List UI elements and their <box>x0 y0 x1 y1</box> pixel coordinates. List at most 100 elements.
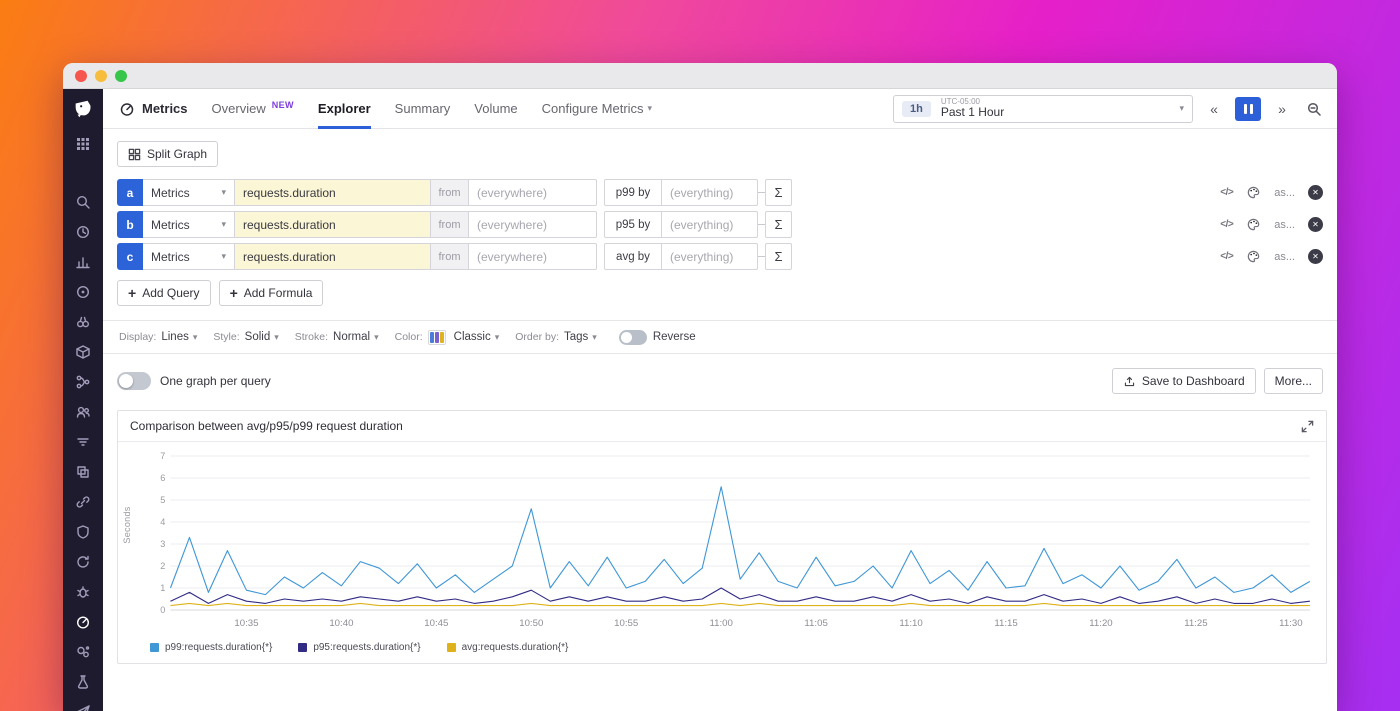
legend-item-p99[interactable]: p99:requests.duration{*} <box>150 642 272 653</box>
apm-icon[interactable] <box>75 314 91 330</box>
metrics-gauge-icon[interactable] <box>75 614 91 630</box>
code-view-button[interactable]: </> <box>1220 219 1233 230</box>
apps-grid-icon[interactable] <box>75 136 91 152</box>
metric-name-input[interactable]: requests.duration <box>235 243 431 270</box>
serverless-icon[interactable] <box>75 644 91 660</box>
svg-text:11:25: 11:25 <box>1184 618 1207 629</box>
users-icon[interactable] <box>75 404 91 420</box>
order-by-select[interactable]: Tags▾ <box>564 331 597 343</box>
add-query-button[interactable]: + Add Query <box>117 280 211 306</box>
integrations-link-icon[interactable] <box>75 494 91 510</box>
tab-explorer[interactable]: Explorer <box>318 89 371 129</box>
svg-text:11:20: 11:20 <box>1089 618 1112 629</box>
synthetics-icon[interactable] <box>75 464 91 480</box>
close-window-button[interactable] <box>75 70 87 82</box>
tab-volume[interactable]: Volume <box>474 89 517 129</box>
tab-summary[interactable]: Summary <box>395 89 451 129</box>
group-by-input[interactable]: (everything) <box>662 179 758 206</box>
plus-icon: + <box>230 286 238 300</box>
split-graph-icon <box>128 148 141 161</box>
add-formula-button[interactable]: + Add Formula <box>219 280 324 306</box>
one-graph-per-query-toggle[interactable] <box>117 372 151 390</box>
scope-input[interactable]: (everywhere) <box>469 179 597 206</box>
pause-button[interactable] <box>1235 97 1261 121</box>
alias-button[interactable]: as... <box>1274 219 1295 231</box>
flask-icon[interactable] <box>75 674 91 690</box>
aggregator-select[interactable]: p95 by <box>604 211 662 238</box>
connector-line <box>758 192 765 193</box>
split-graph-button[interactable]: Split Graph <box>117 141 218 167</box>
query-source-select[interactable]: Metrics ▾ <box>143 243 235 270</box>
advanced-functions-button[interactable]: Σ <box>765 211 792 238</box>
remove-query-button[interactable]: ✕ <box>1308 249 1323 264</box>
metric-name-input[interactable]: requests.duration <box>235 211 431 238</box>
alias-button[interactable]: as... <box>1274 251 1295 263</box>
aggregator-select[interactable]: avg by <box>604 243 662 270</box>
reverse-toggle[interactable] <box>619 330 647 345</box>
save-to-dashboard-button[interactable]: Save to Dashboard <box>1112 368 1256 394</box>
aggregator-select[interactable]: p99 by <box>604 179 662 206</box>
bug-icon[interactable] <box>75 584 91 600</box>
query-source-select[interactable]: Metrics ▾ <box>143 179 235 206</box>
product-name: Metrics <box>142 101 188 116</box>
display-select[interactable]: Lines▾ <box>161 331 197 343</box>
svg-text:11:30: 11:30 <box>1279 618 1302 629</box>
logs-filter-icon[interactable] <box>75 434 91 450</box>
more-button[interactable]: More... <box>1264 368 1323 394</box>
time-range-picker[interactable]: 1h UTC-05:00 Past 1 Hour ▾ <box>893 95 1193 123</box>
alias-button[interactable]: as... <box>1274 187 1295 199</box>
code-view-button[interactable]: </> <box>1220 187 1233 198</box>
style-select[interactable]: Solid▾ <box>245 331 279 343</box>
legend-item-p95[interactable]: p95:requests.duration{*} <box>298 642 420 653</box>
watchdog-icon[interactable] <box>75 284 91 300</box>
palette-button[interactable] <box>1246 217 1261 232</box>
code-view-button[interactable]: </> <box>1220 251 1233 262</box>
query-letter-chip[interactable]: b <box>117 211 143 238</box>
chevron-down-icon: ▾ <box>221 251 226 262</box>
tab-overview[interactable]: Overview NEW <box>212 89 294 129</box>
remove-query-button[interactable]: ✕ <box>1308 185 1323 200</box>
chart-plot-area[interactable]: Seconds 0123456710:3510:4010:4510:5010:5… <box>118 442 1326 636</box>
paper-plane-icon[interactable] <box>75 704 91 711</box>
query-letter-chip[interactable]: c <box>117 243 143 270</box>
scope-input[interactable]: (everywhere) <box>469 243 597 270</box>
jump-back-button[interactable]: « <box>1203 97 1225 121</box>
expand-chart-button[interactable] <box>1301 420 1314 433</box>
group-by-input[interactable]: (everything) <box>662 211 758 238</box>
dashboards-icon[interactable] <box>75 254 91 270</box>
query-source-select[interactable]: Metrics ▾ <box>143 211 235 238</box>
history-icon[interactable] <box>75 224 91 240</box>
refresh-icon[interactable] <box>75 554 91 570</box>
search-icon[interactable] <box>75 194 91 210</box>
scope-input[interactable]: (everywhere) <box>469 211 597 238</box>
svg-text:11:00: 11:00 <box>709 618 732 629</box>
palette-button[interactable] <box>1246 249 1261 264</box>
y-axis-label: Seconds <box>122 490 132 560</box>
zoom-out-button[interactable] <box>1303 97 1325 121</box>
tab-configure-metrics[interactable]: Configure Metrics ▾ <box>542 89 652 129</box>
palette-button[interactable] <box>1246 185 1261 200</box>
infrastructure-icon[interactable] <box>75 344 91 360</box>
color-select[interactable]: Classic ▾ <box>428 330 500 345</box>
remove-query-button[interactable]: ✕ <box>1308 217 1323 232</box>
minimize-window-button[interactable] <box>95 70 107 82</box>
jump-forward-button[interactable]: » <box>1271 97 1293 121</box>
query-letter-chip[interactable]: a <box>117 179 143 206</box>
palette-icon <box>1246 185 1261 200</box>
legend-item-avg[interactable]: avg:requests.duration{*} <box>447 642 569 653</box>
svg-text:6: 6 <box>160 473 165 483</box>
advanced-functions-button[interactable]: Σ <box>765 179 792 206</box>
pipelines-icon[interactable] <box>75 374 91 390</box>
timeseries-chart[interactable]: 0123456710:3510:4010:4510:5010:5511:0011… <box>140 450 1318 636</box>
stroke-select[interactable]: Normal▾ <box>333 331 379 343</box>
zoom-window-button[interactable] <box>115 70 127 82</box>
svg-text:11:05: 11:05 <box>804 618 827 629</box>
group-by-input[interactable]: (everything) <box>662 243 758 270</box>
security-shield-icon[interactable] <box>75 524 91 540</box>
datadog-logo-icon[interactable] <box>72 98 94 120</box>
explorer-content: Split Graph a Metrics ▾ requests.duratio… <box>103 129 1337 711</box>
chevron-down-icon: ▾ <box>374 332 379 343</box>
chevron-down-icon: ▾ <box>221 187 226 198</box>
advanced-functions-button[interactable]: Σ <box>765 243 792 270</box>
metric-name-input[interactable]: requests.duration <box>235 179 431 206</box>
